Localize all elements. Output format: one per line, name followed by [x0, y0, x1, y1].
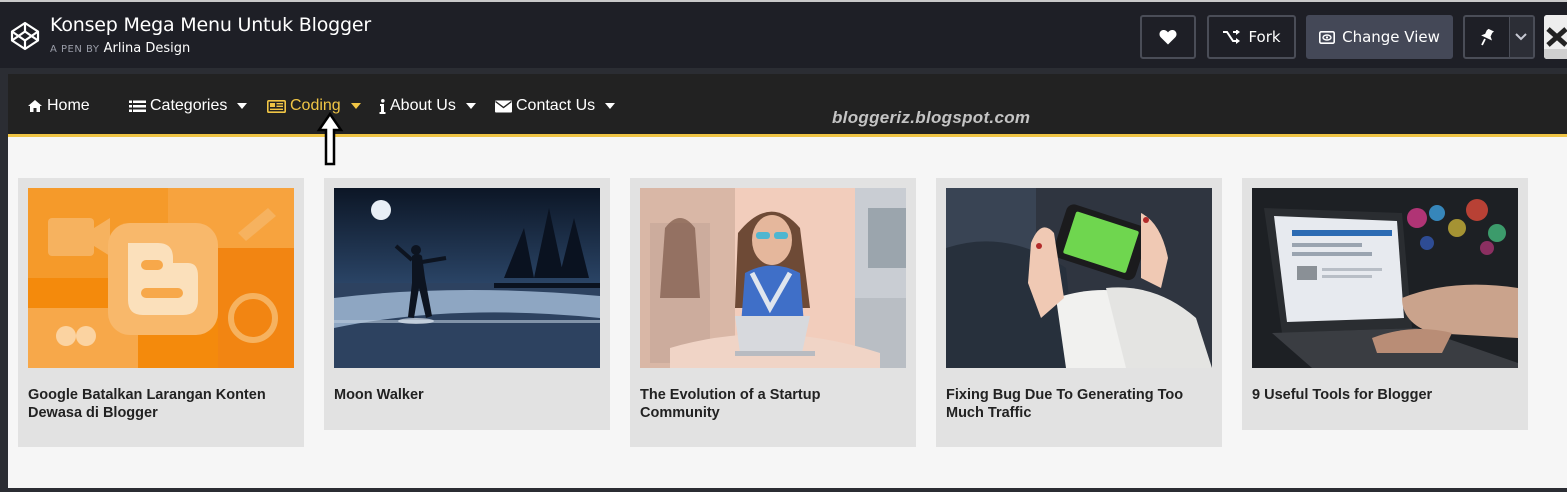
- heart-button[interactable]: [1140, 15, 1196, 59]
- envelope-icon: [495, 100, 512, 113]
- post-title[interactable]: 9 Useful Tools for Blogger: [1252, 386, 1514, 404]
- post-thumbnail-laptop[interactable]: [1252, 188, 1518, 368]
- nav-item-coding[interactable]: Coding: [267, 96, 361, 116]
- post-title[interactable]: Google Batalkan Larangan Konten Dewasa d…: [28, 386, 290, 422]
- nav-item-contact-us[interactable]: Contact Us: [495, 96, 616, 116]
- nav-item-home[interactable]: Home: [27, 96, 90, 116]
- post-card[interactable]: Google Batalkan Larangan Konten Dewasa d…: [18, 178, 304, 447]
- chevron-down-icon: [1515, 33, 1528, 41]
- post-card[interactable]: The Evolution of a Startup Community: [630, 178, 916, 447]
- nav-label-contact-us: Contact Us: [516, 97, 596, 114]
- post-thumbnail-phone[interactable]: [946, 188, 1212, 368]
- newspaper-icon: [267, 99, 286, 113]
- post-thumbnail-moon-walker[interactable]: [334, 188, 600, 368]
- post-card[interactable]: 9 Useful Tools for Blogger: [1242, 178, 1528, 430]
- by-prefix: A PEN BY: [50, 44, 100, 55]
- user-avatar[interactable]: [1544, 15, 1567, 59]
- codepen-header: Konsep Mega Menu Untuk Blogger A PEN BY …: [0, 0, 1567, 68]
- codepen-logo-icon[interactable]: [9, 20, 41, 52]
- post-title[interactable]: Fixing Bug Due To Generating Too Much Tr…: [946, 386, 1208, 422]
- post-card[interactable]: Fixing Bug Due To Generating Too Much Tr…: [936, 178, 1222, 447]
- watermark-text: bloggeriz.blogspot.com: [832, 108, 1031, 127]
- list-icon: [129, 100, 146, 113]
- post-thumbnail-startup[interactable]: [640, 188, 906, 368]
- heart-icon: [1159, 29, 1177, 45]
- caret-down-icon: [465, 103, 476, 109]
- caret-down-icon: [237, 103, 248, 109]
- pin-part[interactable]: [1465, 17, 1510, 57]
- avatar-icon: [1544, 15, 1567, 59]
- post-card[interactable]: Moon Walker: [324, 178, 610, 430]
- post-title[interactable]: Moon Walker: [334, 386, 596, 404]
- pin-dropdown-toggle[interactable]: [1509, 17, 1533, 57]
- nav-item-about-us[interactable]: About Us: [379, 96, 476, 116]
- fork-button[interactable]: Fork: [1207, 15, 1296, 59]
- pen-byline: A PEN BY Arlina Design: [50, 41, 190, 56]
- nav-label-home: Home: [47, 97, 90, 114]
- nav-item-categories[interactable]: Categories: [129, 96, 248, 116]
- post-title[interactable]: The Evolution of a Startup Community: [640, 386, 902, 422]
- view-icon: [1319, 30, 1336, 44]
- caret-down-icon: [350, 103, 361, 109]
- up-arrow-annotation-icon: [316, 112, 344, 166]
- home-icon: [27, 99, 43, 113]
- post-thumbnail-blogger[interactable]: [28, 188, 294, 368]
- pin-button[interactable]: [1463, 15, 1535, 59]
- author-link[interactable]: Arlina Design: [104, 41, 191, 56]
- caret-down-icon: [605, 103, 616, 109]
- change-view-button[interactable]: Change View: [1306, 15, 1453, 59]
- change-view-label: Change View: [1342, 28, 1440, 46]
- fork-icon: [1223, 30, 1241, 44]
- nav-label-about-us: About Us: [390, 97, 456, 114]
- info-icon: [379, 98, 386, 114]
- pen-title[interactable]: Konsep Mega Menu Untuk Blogger: [50, 14, 371, 36]
- pin-icon: [1480, 28, 1494, 46]
- nav-label-categories: Categories: [150, 97, 228, 114]
- fork-label: Fork: [1248, 28, 1281, 46]
- pen-preview: Home Categories Coding About Us Contact …: [8, 74, 1567, 488]
- mega-menu-navbar: Home Categories Coding About Us Contact …: [8, 74, 1567, 137]
